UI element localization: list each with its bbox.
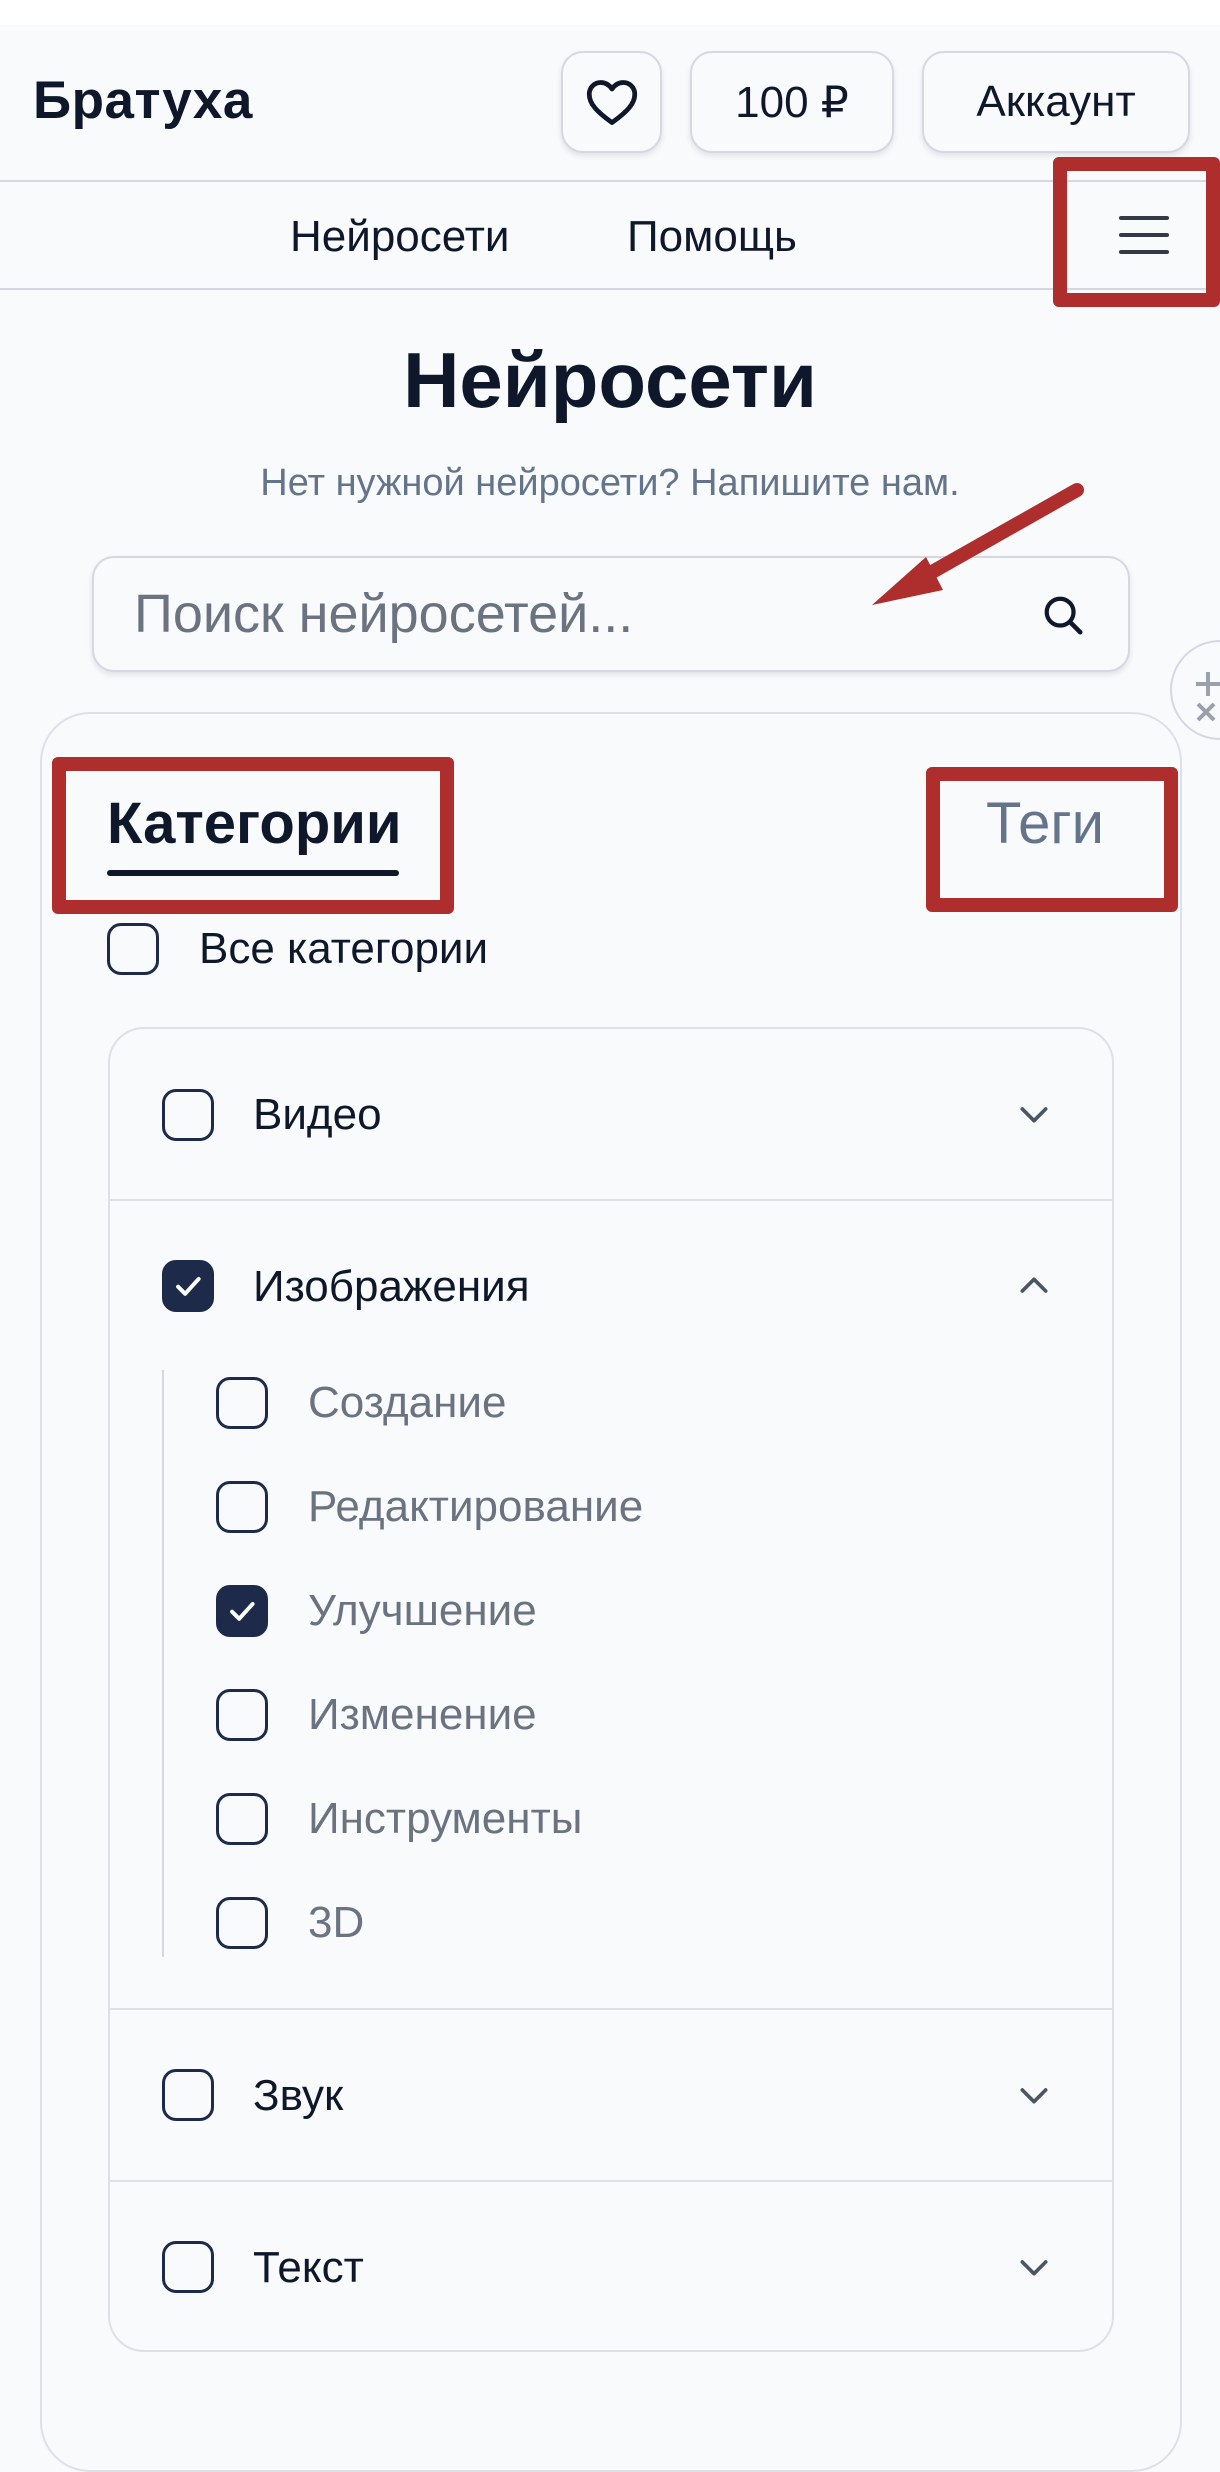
subcategory-3d-label[interactable]: 3D xyxy=(308,1898,364,1948)
nav-bar xyxy=(0,182,1220,290)
check-icon xyxy=(230,1601,255,1621)
subcategory-tools-checkbox[interactable] xyxy=(216,1793,268,1845)
page-title: Нейросети xyxy=(403,336,817,424)
nav-link-help[interactable]: Помощь xyxy=(627,212,797,262)
subcategory-guide-line xyxy=(162,1370,164,1957)
accordion-divider xyxy=(110,1199,1112,1201)
account-button[interactable]: Аккаунт xyxy=(922,51,1190,153)
annotation-highlight-tags-tab xyxy=(926,767,1178,912)
chevron-up-icon[interactable] xyxy=(1014,1266,1054,1306)
category-video-label[interactable]: Видео xyxy=(253,1090,382,1140)
check-icon xyxy=(176,1276,201,1296)
heart-icon xyxy=(586,80,637,125)
subcategory-edit-checkbox[interactable] xyxy=(216,1481,268,1533)
account-label: Аккаунт xyxy=(976,77,1136,126)
balance-button[interactable]: 100 ₽ xyxy=(690,51,894,153)
accordion-divider xyxy=(110,2008,1112,2010)
subcategory-enhance-label[interactable]: Улучшение xyxy=(308,1586,537,1636)
subcategory-modify-checkbox[interactable] xyxy=(216,1689,268,1741)
annotation-highlight-menu xyxy=(1053,157,1220,307)
accordion-divider xyxy=(110,2180,1112,2182)
subcategory-3d-checkbox[interactable] xyxy=(216,1897,268,1949)
top-strip xyxy=(0,0,1220,25)
site-logo[interactable]: Братуха xyxy=(33,70,253,131)
nav-link-neural-networks[interactable]: Нейросети xyxy=(290,212,510,262)
subcategory-edit-label[interactable]: Редактирование xyxy=(308,1482,643,1532)
category-text-label[interactable]: Текст xyxy=(253,2243,364,2293)
category-sound-label[interactable]: Звук xyxy=(253,2071,343,2121)
balance-label: 100 ₽ xyxy=(735,77,849,127)
all-categories-checkbox[interactable] xyxy=(107,923,159,975)
search-icon[interactable] xyxy=(1040,592,1086,638)
search-box xyxy=(92,556,1130,672)
subcategory-modify-label[interactable]: Изменение xyxy=(308,1690,537,1740)
subcategory-create-checkbox[interactable] xyxy=(216,1377,268,1429)
search-input[interactable] xyxy=(134,558,1034,670)
subcategory-tools-label[interactable]: Инструменты xyxy=(308,1794,582,1844)
category-images-checkbox[interactable] xyxy=(162,1260,214,1312)
plus-icon xyxy=(1196,672,1220,722)
category-text-checkbox[interactable] xyxy=(162,2241,214,2293)
chevron-down-icon[interactable] xyxy=(1014,2247,1054,2287)
category-video-checkbox[interactable] xyxy=(162,1089,214,1141)
subcategory-enhance-checkbox[interactable] xyxy=(216,1585,268,1637)
subcategory-create-label[interactable]: Создание xyxy=(308,1378,506,1428)
page-subtitle[interactable]: Нет нужной нейросети? Напишите нам. xyxy=(0,462,1220,505)
favorites-button[interactable] xyxy=(561,51,662,153)
chevron-down-icon[interactable] xyxy=(1014,2075,1054,2115)
category-sound-checkbox[interactable] xyxy=(162,2069,214,2121)
chevron-down-icon[interactable] xyxy=(1014,1094,1054,1134)
floating-edge-button[interactable] xyxy=(1170,640,1220,740)
annotation-highlight-categories-tab xyxy=(52,757,454,914)
all-categories-label[interactable]: Все категории xyxy=(199,924,488,974)
category-images-label[interactable]: Изображения xyxy=(253,1262,530,1312)
